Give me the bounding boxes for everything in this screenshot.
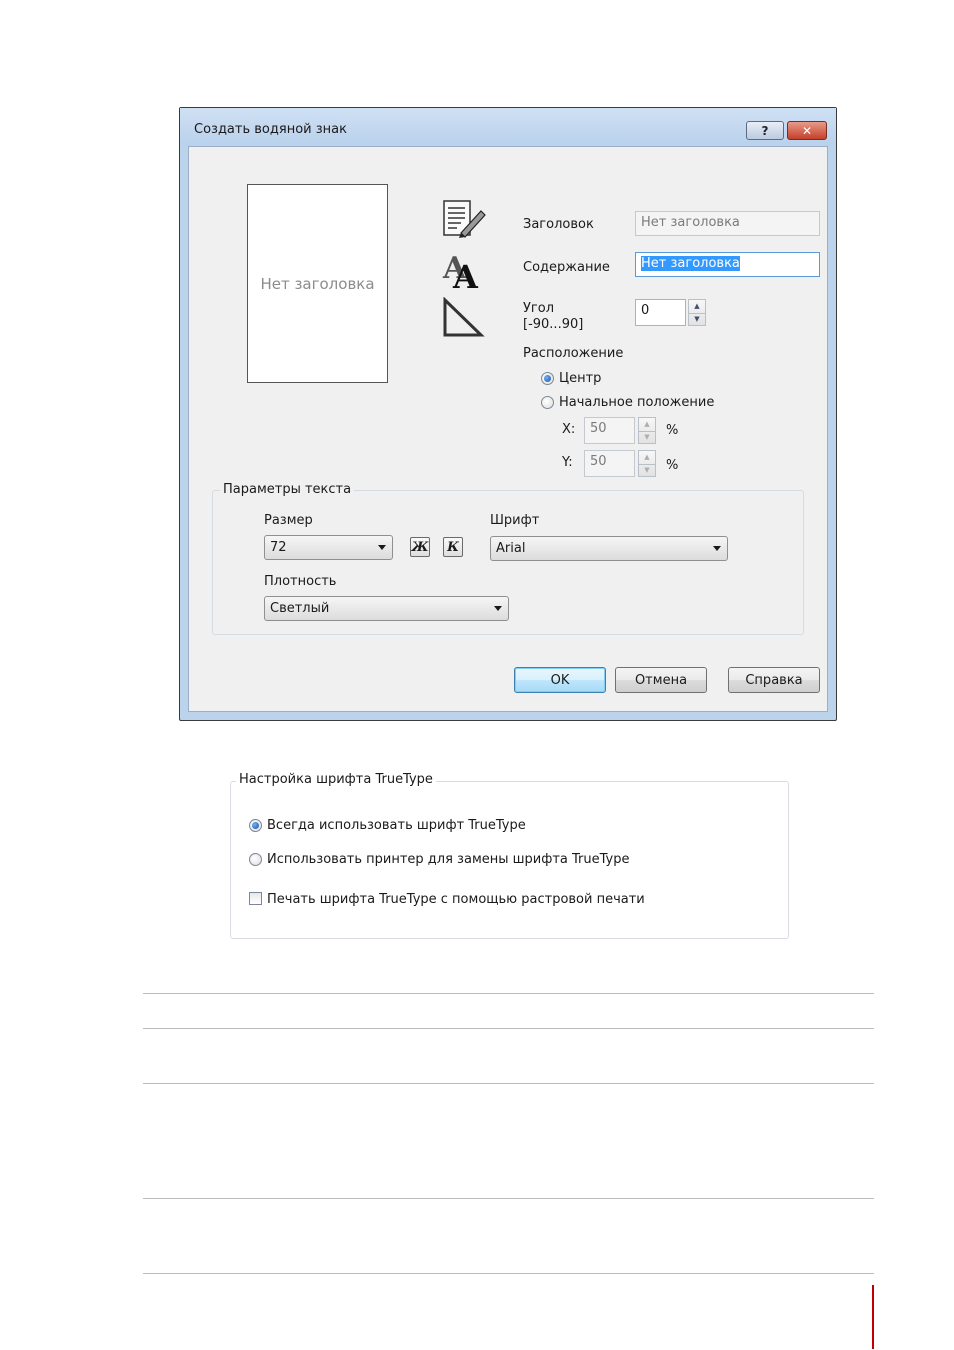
dialog-title: Создать водяной знак (194, 122, 347, 137)
title-input-value: Нет заголовка (641, 215, 740, 230)
content-input[interactable]: Нет заголовка (635, 252, 820, 277)
spin-down-icon[interactable]: ▼ (639, 430, 655, 444)
center-radio[interactable] (541, 372, 554, 385)
font-select-value: Arial (496, 541, 526, 556)
font-select[interactable]: Arial (490, 536, 728, 561)
dialog-client-area: Нет заголовка A A Заголовок Нет заголовк… (188, 146, 828, 712)
chevron-down-icon (494, 606, 502, 611)
content-input-value: Нет заголовка (641, 256, 740, 271)
y-unit: % (666, 458, 679, 473)
spin-down-icon[interactable]: ▼ (689, 312, 705, 326)
watermark-dialog: Создать водяной знак ? ✕ Нет заголовка A… (179, 107, 837, 721)
divider (143, 993, 874, 994)
content-label: Содержание (523, 260, 610, 275)
svg-text:A: A (452, 258, 479, 290)
substitute-truetype-label[interactable]: Использовать принтер для замены шрифта T… (267, 852, 630, 867)
angle-label: Угол (523, 301, 555, 316)
question-icon: ? (761, 123, 769, 138)
truetype-legend: Настройка шрифта TrueType (236, 772, 436, 787)
density-select[interactable]: Светлый (264, 596, 509, 621)
chevron-down-icon (713, 546, 721, 551)
font-aa-icon: A A (441, 248, 487, 296)
size-label: Размер (264, 513, 313, 528)
density-select-value: Светлый (270, 601, 330, 616)
title-input[interactable]: Нет заголовка (635, 211, 820, 236)
italic-button[interactable]: К (443, 537, 463, 557)
preview-watermark-text: Нет заголовка (260, 275, 375, 293)
always-truetype-radio[interactable] (249, 819, 262, 832)
chevron-down-icon (378, 545, 386, 550)
divider (143, 1198, 874, 1199)
angle-input-value: 0 (641, 303, 650, 318)
angle-input[interactable]: 0 (635, 299, 686, 326)
document-edit-icon (441, 199, 487, 241)
cancel-button-label: Отмена (634, 672, 688, 688)
spin-up-icon[interactable]: ▲ (639, 451, 655, 464)
watermark-preview: Нет заголовка (247, 184, 388, 383)
spin-up-icon[interactable]: ▲ (639, 418, 655, 431)
center-radio-label[interactable]: Центр (559, 371, 601, 386)
font-label: Шрифт (490, 513, 540, 528)
size-select-value: 72 (270, 540, 287, 555)
y-input-value: 50 (590, 454, 607, 469)
title-help-button[interactable]: ? (746, 121, 784, 140)
x-input-value: 50 (590, 421, 607, 436)
x-label: X: (562, 422, 576, 437)
page-marker (872, 1285, 874, 1349)
position-label: Расположение (523, 346, 624, 361)
bold-icon: Ж (411, 539, 429, 555)
x-input[interactable]: 50 (584, 417, 635, 444)
divider (143, 1083, 874, 1084)
title-label: Заголовок (523, 217, 594, 232)
start-position-radio-label[interactable]: Начальное положение (559, 395, 714, 410)
y-input[interactable]: 50 (584, 450, 635, 477)
bold-button[interactable]: Ж (410, 537, 430, 557)
close-icon: ✕ (801, 123, 813, 138)
x-spinner[interactable]: ▲ ▼ (638, 417, 656, 444)
always-truetype-label[interactable]: Всегда использовать шрифт TrueType (267, 818, 526, 833)
dialog-titlebar[interactable]: Создать водяной знак ? ✕ (180, 108, 836, 146)
divider (143, 1273, 874, 1274)
text-params-legend: Параметры текста (220, 482, 355, 497)
ok-button[interactable]: OK (514, 667, 606, 693)
angle-range-label: [-90...90] (523, 317, 584, 332)
help-button[interactable]: Справка (728, 667, 820, 693)
spin-down-icon[interactable]: ▼ (639, 463, 655, 477)
angle-spinner[interactable]: ▲ ▼ (688, 299, 706, 326)
help-button-label: Справка (745, 672, 803, 688)
substitute-truetype-radio[interactable] (249, 853, 262, 866)
title-close-button[interactable]: ✕ (787, 121, 827, 140)
triangle-angle-icon (441, 296, 487, 339)
italic-icon: К (447, 539, 459, 555)
x-unit: % (666, 423, 679, 438)
start-position-radio[interactable] (541, 396, 554, 409)
spin-up-icon[interactable]: ▲ (689, 300, 705, 313)
size-select[interactable]: 72 (264, 535, 393, 560)
density-label: Плотность (264, 574, 337, 589)
y-label: Y: (562, 455, 573, 470)
ok-button-label: OK (550, 672, 570, 688)
raster-truetype-checkbox[interactable] (249, 892, 262, 905)
y-spinner[interactable]: ▲ ▼ (638, 450, 656, 477)
cancel-button[interactable]: Отмена (615, 667, 707, 693)
divider (143, 1028, 874, 1029)
raster-truetype-label[interactable]: Печать шрифта TrueType с помощью растров… (267, 892, 645, 907)
